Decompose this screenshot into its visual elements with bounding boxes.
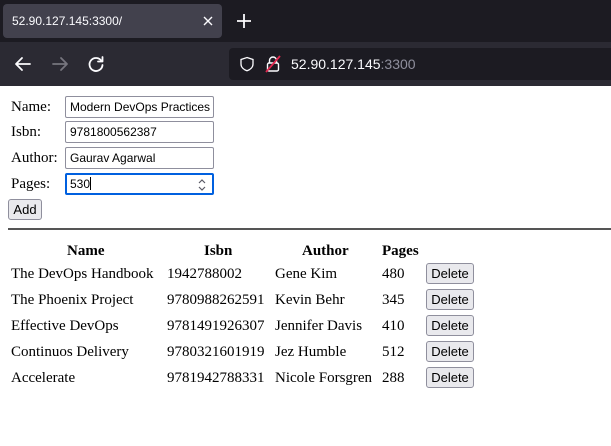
pages-input[interactable]: 530 [65, 173, 214, 195]
cell-isbn: 9781491926307 [167, 318, 265, 334]
delete-button[interactable]: Delete [426, 341, 474, 362]
tab-title: 52.90.127.145:3300/ [12, 14, 123, 28]
author-input[interactable]: Gaurav Agarwal [65, 147, 214, 169]
cell-author: Kevin Behr [275, 292, 345, 308]
lock-icon[interactable] [265, 55, 281, 73]
reload-icon[interactable] [86, 54, 106, 74]
cell-author: Jennifer Davis [275, 318, 363, 334]
url-text: 52.90.127.145:3300 [291, 56, 416, 72]
divider [8, 228, 611, 230]
delete-button[interactable]: Delete [426, 289, 474, 310]
isbn-label: Isbn: [11, 124, 41, 140]
cell-isbn: 9780988262591 [167, 292, 265, 308]
cell-author: Jez Humble [275, 344, 347, 360]
arrow-left-icon[interactable] [13, 54, 33, 74]
cell-author: Nicole Forsgren [275, 370, 373, 386]
table-row: The DevOps Handbook 1942788002 Gene Kim … [0, 263, 611, 287]
cell-isbn: 1942788002 [167, 266, 242, 282]
page-content: Name: Modern DevOps Practices Isbn: 9781… [0, 86, 611, 446]
cell-pages: 288 [382, 370, 405, 386]
name-label: Name: [11, 99, 51, 115]
plus-icon[interactable] [235, 12, 253, 30]
arrow-right-icon[interactable] [50, 54, 70, 74]
cell-author: Gene Kim [275, 266, 338, 282]
cell-pages: 480 [382, 266, 405, 282]
table-row: Accelerate 9781942788331 Nicole Forsgren… [0, 367, 611, 391]
close-icon[interactable] [202, 15, 214, 27]
table-row: The Phoenix Project 9780988262591 Kevin … [0, 289, 611, 313]
address-bar[interactable]: 52.90.127.145:3300 [229, 48, 611, 80]
header-pages: Pages [382, 243, 419, 259]
isbn-input[interactable]: 9781800562387 [65, 121, 214, 143]
cell-name: Continuos Delivery [11, 344, 129, 360]
cell-isbn: 9780321601919 [167, 344, 265, 360]
delete-button[interactable]: Delete [426, 315, 474, 336]
cell-pages: 345 [382, 292, 405, 308]
cell-pages: 512 [382, 344, 405, 360]
cell-isbn: 9781942788331 [167, 370, 265, 386]
cell-name: Accelerate [11, 370, 76, 386]
cell-pages: 410 [382, 318, 405, 334]
delete-button[interactable]: Delete [426, 367, 474, 388]
tab-strip: 52.90.127.145:3300/ [0, 0, 611, 42]
header-author: Author [302, 243, 349, 259]
pages-label: Pages: [11, 176, 51, 192]
table-row: Continuos Delivery 9780321601919 Jez Hum… [0, 341, 611, 365]
header-isbn: Isbn [204, 243, 233, 259]
add-button[interactable]: Add [8, 199, 42, 220]
browser-tab[interactable]: 52.90.127.145:3300/ [3, 4, 222, 38]
shield-icon[interactable] [239, 56, 255, 72]
cell-name: The DevOps Handbook [11, 266, 154, 282]
url-host: 52.90.127.145 [291, 56, 381, 72]
cell-name: The Phoenix Project [11, 292, 134, 308]
author-label: Author: [11, 150, 58, 166]
header-name: Name [67, 243, 105, 259]
pages-value: 530 [70, 177, 91, 191]
url-port: :3300 [380, 56, 416, 72]
spinner-arrows-icon[interactable] [197, 177, 207, 193]
table-row: Effective DevOps 9781491926307 Jennifer … [0, 315, 611, 339]
cell-name: Effective DevOps [11, 318, 119, 334]
delete-button[interactable]: Delete [426, 263, 474, 284]
name-input[interactable]: Modern DevOps Practices [65, 96, 214, 118]
text-caret [90, 177, 92, 190]
nav-toolbar: 52.90.127.145:3300 [0, 42, 611, 86]
